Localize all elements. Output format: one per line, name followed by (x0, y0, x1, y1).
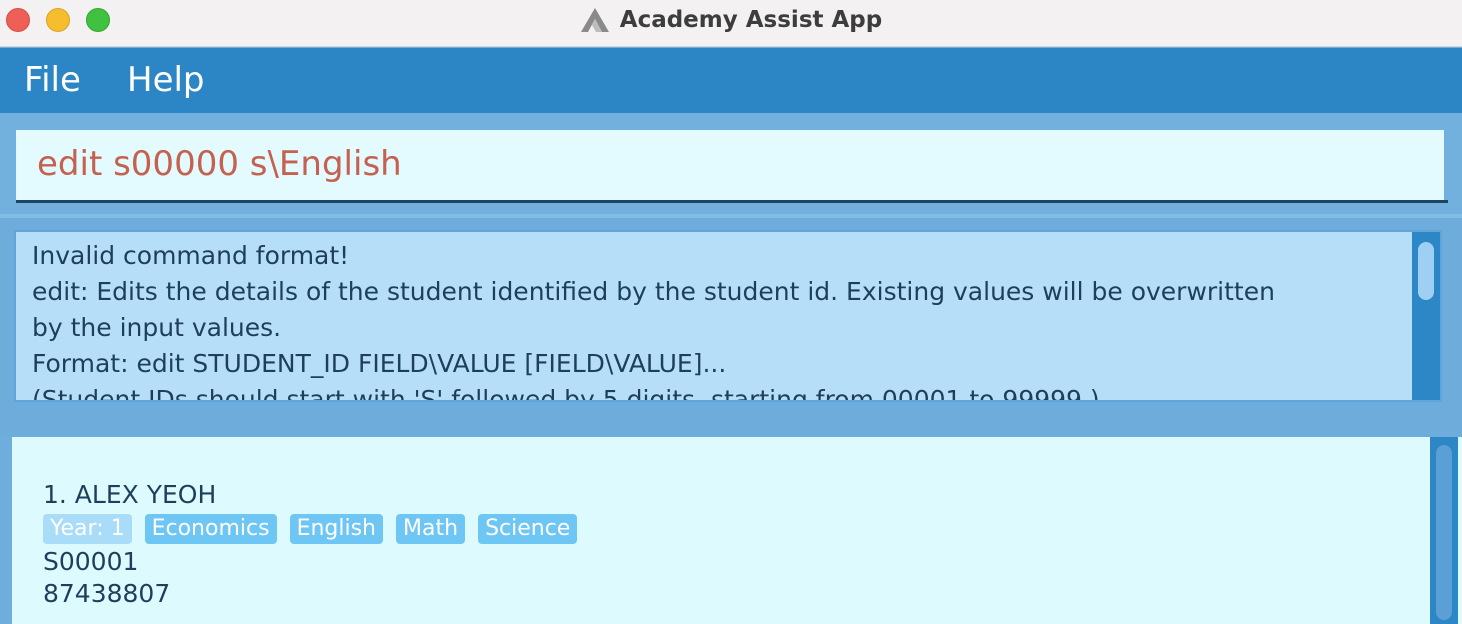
result-display[interactable]: Invalid command format! edit: Edits the … (14, 230, 1442, 402)
student-id: S00001 (43, 547, 139, 576)
command-input-underline (16, 200, 1448, 203)
tag-subject: Economics (144, 514, 277, 544)
result-message: Invalid command format! edit: Edits the … (32, 238, 1400, 402)
result-line: (Student IDs should start with 'S' follo… (32, 385, 1100, 402)
list-scrollbar[interactable] (1430, 437, 1458, 624)
student-tags: Year: 1 Economics English Math Science (43, 514, 578, 546)
command-area: edit s00000 s\English (0, 113, 1462, 214)
tag-subject: English (289, 514, 384, 544)
tag-subject: Science (478, 514, 578, 544)
result-line: Invalid command format! (32, 241, 350, 270)
menu-file[interactable]: File (24, 60, 81, 100)
student-phone: 87438807 (43, 579, 171, 608)
student-name: 1. ALEX YEOH (43, 480, 217, 509)
result-line: by the input values. (32, 313, 282, 342)
tag-subject: Math (396, 514, 466, 544)
divider (0, 415, 1462, 437)
window-title-group: Academy Assist App (0, 4, 1462, 36)
result-scrollbar-thumb[interactable] (1418, 242, 1434, 300)
menu-bar: File Help (0, 48, 1462, 113)
student-card[interactable]: 1. ALEX YEOH Year: 1 Economics English M… (43, 479, 578, 610)
result-line: Format: edit STUDENT_ID FIELD\VALUE [FIE… (32, 349, 727, 378)
list-scrollbar-thumb[interactable] (1436, 445, 1452, 620)
command-input-text: edit s00000 s\English (37, 144, 402, 184)
title-bar: Academy Assist App (0, 0, 1462, 47)
result-line: edit: Edits the details of the student i… (32, 277, 1275, 306)
menu-help[interactable]: Help (127, 60, 205, 100)
result-scrollbar[interactable] (1412, 232, 1440, 400)
window-title: Academy Assist App (619, 7, 883, 33)
academy-logo-icon (580, 8, 609, 32)
result-display-area: Invalid command format! edit: Edits the … (0, 218, 1462, 415)
command-input[interactable]: edit s00000 s\English (16, 130, 1444, 200)
tag-year: Year: 1 (43, 514, 132, 544)
student-list: 1. ALEX YEOH Year: 1 Economics English M… (12, 437, 1462, 624)
